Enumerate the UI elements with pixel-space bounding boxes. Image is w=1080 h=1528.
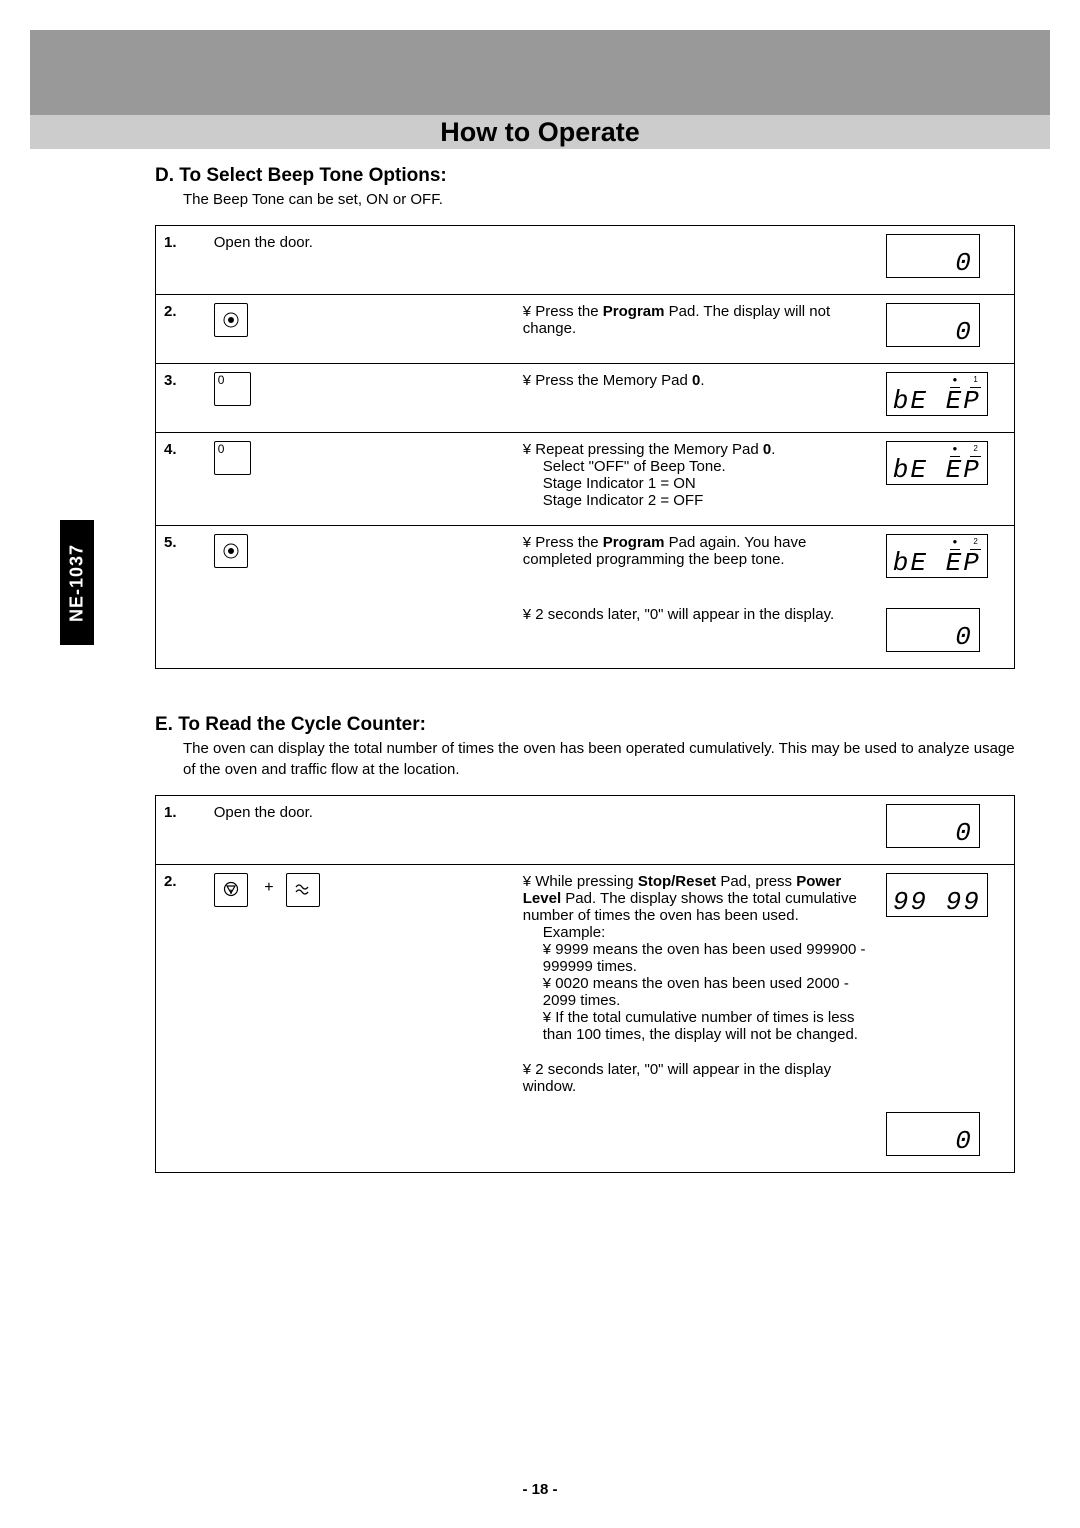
step-description: ¥ While pressing Stop/Reset Pad, press P…	[515, 864, 878, 1172]
desc-text: .	[700, 372, 704, 389]
lcd-display: 0	[886, 608, 980, 652]
record-dot-icon	[221, 310, 241, 330]
program-pad-icon	[214, 303, 248, 337]
lcd-text: 99 99	[893, 889, 981, 915]
step-control	[206, 295, 515, 364]
step-control: Open the door.	[206, 795, 515, 864]
step-display-cell: 0	[878, 795, 1015, 864]
section-d-title: D. To Select Beep Tone Options:	[155, 165, 1025, 187]
lcd-text: 0	[893, 319, 973, 345]
page-title: How to Operate	[30, 115, 1050, 149]
desc-text: Pad. The display shows the total cumulat…	[523, 890, 857, 924]
example-item: ¥ If the total cumulative number of time…	[543, 1009, 870, 1043]
step-display-cell: ● 2 bE EP	[878, 433, 1015, 526]
stop-reset-pad-icon	[214, 873, 248, 907]
table-row: 1. Open the door. 0	[156, 226, 1015, 295]
lcd-text: 0	[893, 250, 973, 276]
desc-later: ¥ 2 seconds later, "0" will appear in th…	[523, 1061, 870, 1095]
model-tab: NE-1037	[60, 520, 94, 645]
step-description: ¥ Press the Program Pad. The display wil…	[515, 295, 878, 364]
lcd-text: 0	[893, 624, 973, 650]
lcd-display: 0	[886, 234, 980, 278]
lcd-text: bE EP	[893, 388, 981, 414]
lcd-display: 99 99	[886, 873, 988, 917]
lcd-text: bE EP	[893, 550, 981, 576]
step-number: 1.	[156, 795, 206, 864]
desc-extra: Select "OFF" of Beep Tone.	[543, 458, 870, 475]
step-description: ¥ Press the Program Pad again. You have …	[515, 526, 878, 669]
table-row: 3. 0 ¥ Press the Memory Pad 0. ● 1 bE EP	[156, 364, 1015, 433]
step-number: 1.	[156, 226, 206, 295]
table-row: 4. 0 ¥ Repeat pressing the Memory Pad 0.…	[156, 433, 1015, 526]
desc-text: ¥ Repeat pressing the Memory Pad	[523, 441, 763, 458]
zero-pad-icon: 0	[214, 441, 251, 475]
power-wave-icon	[293, 880, 313, 900]
step-display-cell: 99 99 0	[878, 864, 1015, 1172]
step-control: 0	[206, 364, 515, 433]
table-row: 5. ¥ Press the Program Pad again. You ha…	[156, 526, 1015, 669]
section-e-intro: The oven can display the total number of…	[183, 739, 1025, 780]
step-display-cell: ● 1 bE EP	[878, 364, 1015, 433]
top-dark-band	[30, 30, 1050, 115]
zero-pad-icon: 0	[214, 372, 251, 406]
section-e-table: 1. Open the door. 0 2.	[155, 795, 1015, 1173]
step-control	[206, 526, 515, 669]
desc-text: ¥ While pressing	[523, 873, 638, 890]
desc-bold: Stop/Reset	[638, 873, 716, 890]
section-d-intro: The Beep Tone can be set, ON or OFF.	[183, 190, 1025, 210]
desc-later: ¥ 2 seconds later, "0" will appear in th…	[523, 606, 870, 623]
step-description	[515, 226, 878, 295]
desc-text: Pad, press	[716, 873, 796, 890]
step-number: 4.	[156, 433, 206, 526]
step-number: 2.	[156, 864, 206, 1172]
record-dot-icon	[221, 541, 241, 561]
desc-text: ¥ Press the	[523, 534, 603, 551]
table-row: 2. ¥ Press the Program Pad. The display …	[156, 295, 1015, 364]
lcd-text: 0	[893, 1128, 973, 1154]
step-description	[515, 795, 878, 864]
desc-text: ¥ Press the Memory Pad	[523, 372, 692, 389]
lcd-display: 0	[886, 804, 980, 848]
step-description: ¥ Press the Memory Pad 0.	[515, 364, 878, 433]
lcd-text: bE EP	[893, 457, 981, 483]
table-row: 1. Open the door. 0	[156, 795, 1015, 864]
step-control: +	[206, 864, 515, 1172]
desc-bold: Program	[603, 534, 665, 551]
plus-symbol: +	[256, 873, 282, 897]
desc-bold: Program	[603, 303, 665, 320]
lcd-text: 0	[893, 820, 973, 846]
step-control: 0	[206, 433, 515, 526]
desc-text: .	[771, 441, 775, 458]
lcd-display: 0	[886, 1112, 980, 1156]
desc-extra: Stage Indicator 2 = OFF	[543, 492, 870, 509]
step-number: 3.	[156, 364, 206, 433]
step-control: Open the door.	[206, 226, 515, 295]
stop-reset-icon	[221, 880, 241, 900]
step-number: 2.	[156, 295, 206, 364]
step-display-cell: ● 2 bE EP 0	[878, 526, 1015, 669]
example-item: ¥ 9999 means the oven has been used 9999…	[543, 941, 870, 975]
lcd-display: ● 2 bE EP	[886, 441, 988, 485]
step-display-cell: 0	[878, 295, 1015, 364]
desc-text: ¥ Press the	[523, 303, 603, 320]
table-row: 2. +	[156, 864, 1015, 1172]
power-level-pad-icon	[286, 873, 320, 907]
step-display-cell: 0	[878, 226, 1015, 295]
lcd-display: ● 2 bE EP	[886, 534, 988, 578]
section-e-title: E. To Read the Cycle Counter:	[155, 714, 1025, 736]
lcd-display: ● 1 bE EP	[886, 372, 988, 416]
example-item: ¥ 0020 means the oven has been used 2000…	[543, 975, 870, 1009]
section-d-table: 1. Open the door. 0 2.	[155, 225, 1015, 669]
lcd-display: 0	[886, 303, 980, 347]
manual-page: How to Operate NE-1037 D. To Select Beep…	[0, 0, 1080, 1528]
example-label: Example:	[543, 924, 870, 941]
page-number: - 18 -	[0, 1481, 1080, 1498]
step-number: 5.	[156, 526, 206, 669]
program-pad-icon	[214, 534, 248, 568]
desc-extra: Stage Indicator 1 = ON	[543, 475, 870, 492]
desc-bold: 0	[763, 441, 771, 458]
step-description: ¥ Repeat pressing the Memory Pad 0. Sele…	[515, 433, 878, 526]
